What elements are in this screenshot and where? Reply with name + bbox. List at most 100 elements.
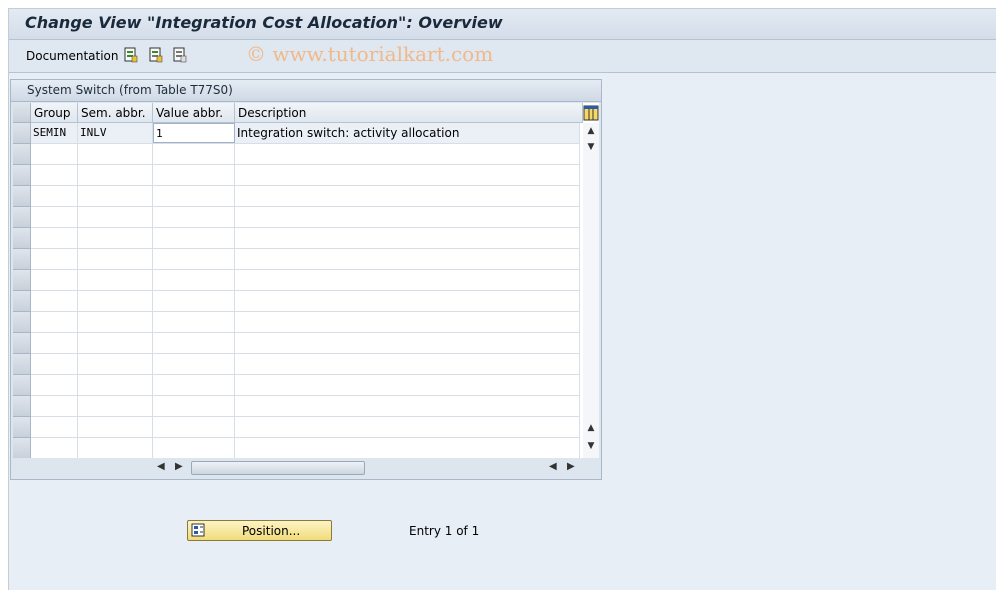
row-selector[interactable]	[13, 144, 31, 165]
deselect-all-icon[interactable]	[173, 47, 187, 63]
row-selector[interactable]	[13, 228, 31, 249]
row-selector[interactable]	[13, 438, 31, 459]
table-row	[31, 228, 580, 249]
cell-value-abbr	[153, 354, 235, 374]
row-selector[interactable]	[13, 270, 31, 291]
scroll-down-icon[interactable]: ▼	[586, 441, 596, 451]
scroll-left-end-icon[interactable]: ◀	[549, 461, 557, 472]
cell-description	[235, 312, 580, 332]
row-selector[interactable]	[13, 291, 31, 312]
cell-group	[31, 207, 78, 227]
cell-value-abbr[interactable]: 1	[153, 123, 235, 143]
table-row	[31, 291, 580, 312]
table-row	[31, 249, 580, 270]
row-selector[interactable]	[13, 312, 31, 333]
documentation-button[interactable]: Documentation	[26, 49, 119, 63]
cell-value-abbr	[153, 144, 235, 164]
scroll-right-end-icon[interactable]: ▶	[567, 461, 575, 472]
scroll-page-down-icon[interactable]: ▼	[586, 142, 596, 152]
select-all-rows-button[interactable]	[13, 103, 31, 123]
table-row	[31, 270, 580, 291]
position-button-label: Position...	[242, 524, 301, 538]
select-block-icon[interactable]	[149, 47, 163, 63]
table-row	[31, 333, 580, 354]
cell-sem-abbr	[78, 165, 153, 185]
cell-group	[31, 228, 78, 248]
cell-value-abbr	[153, 417, 235, 437]
scroll-up-icon[interactable]: ▲	[586, 126, 596, 136]
table-row	[31, 144, 580, 165]
cell-sem-abbr	[78, 207, 153, 227]
cell-sem-abbr	[78, 438, 153, 458]
cell-sem-abbr	[78, 375, 153, 395]
page-title: Change View "Integration Cost Allocation…	[25, 13, 503, 32]
cell-sem-abbr	[78, 186, 153, 206]
cell-value-abbr	[153, 438, 235, 458]
column-header-sem-abbr[interactable]: Sem. abbr.	[78, 103, 153, 123]
row-selector[interactable]	[13, 333, 31, 354]
table-row	[31, 312, 580, 333]
application-toolbar: Documentation © www.tutorialkart.com	[9, 40, 996, 73]
table-row	[31, 375, 580, 396]
horizontal-scroll-thumb[interactable]	[191, 461, 365, 475]
row-selector[interactable]	[13, 207, 31, 228]
cell-group	[31, 438, 78, 458]
cell-description	[235, 333, 580, 353]
watermark-text: © www.tutorialkart.com	[246, 42, 494, 66]
row-selector[interactable]	[13, 396, 31, 417]
cell-value-abbr	[153, 375, 235, 395]
cell-value-abbr	[153, 312, 235, 332]
table-settings-icon[interactable]	[583, 104, 599, 122]
cell-description	[235, 228, 580, 248]
system-switch-table-panel: System Switch (from Table T77S0) Group S…	[10, 79, 602, 480]
table-row	[31, 438, 580, 459]
column-header-group[interactable]: Group	[31, 103, 78, 123]
title-bar: Change View "Integration Cost Allocation…	[9, 9, 996, 40]
scroll-page-up-icon[interactable]: ▲	[586, 423, 596, 433]
row-selector[interactable]	[13, 375, 31, 396]
scroll-right-icon[interactable]: ▶	[175, 461, 183, 472]
cell-sem-abbr	[78, 291, 153, 311]
cell-group	[31, 291, 78, 311]
table-row	[31, 186, 580, 207]
cell-group	[31, 312, 78, 332]
cell-group	[31, 333, 78, 353]
cell-sem-abbr	[78, 354, 153, 374]
select-all-icon[interactable]	[124, 47, 138, 63]
column-header-description[interactable]: Description	[235, 103, 583, 123]
cell-value-abbr	[153, 291, 235, 311]
cell-value-abbr	[153, 207, 235, 227]
cell-description: Integration switch: activity allocation	[235, 123, 580, 143]
scroll-left-icon[interactable]: ◀	[157, 461, 165, 472]
cell-value-abbr	[153, 333, 235, 353]
cell-group	[31, 354, 78, 374]
cell-group: SEMIN	[31, 123, 78, 143]
cell-value-abbr	[153, 249, 235, 269]
table-row	[31, 417, 580, 438]
position-button[interactable]: Position...	[187, 520, 332, 541]
table-row: SEMIN INLV 1 Integration switch: activity a…	[31, 123, 580, 144]
row-selector[interactable]	[13, 354, 31, 375]
row-selector[interactable]	[13, 123, 31, 144]
cell-description	[235, 417, 580, 437]
cell-group	[31, 249, 78, 269]
cell-sem-abbr	[78, 396, 153, 416]
column-header-value-abbr[interactable]: Value abbr.	[153, 103, 235, 123]
sap-window: Change View "Integration Cost Allocation…	[8, 8, 996, 590]
cell-description	[235, 165, 580, 185]
cell-sem-abbr	[78, 333, 153, 353]
cell-group	[31, 375, 78, 395]
vertical-scrollbar[interactable]: ▲ ▼ ▲ ▼	[583, 123, 599, 458]
table-row	[31, 165, 580, 186]
cell-sem-abbr	[78, 249, 153, 269]
cell-value-abbr	[153, 165, 235, 185]
row-selector[interactable]	[13, 186, 31, 207]
row-selector[interactable]	[13, 417, 31, 438]
cell-description	[235, 207, 580, 227]
cell-group	[31, 186, 78, 206]
row-selector[interactable]	[13, 165, 31, 186]
table-control: Group Sem. abbr. Value abbr. Description…	[13, 103, 599, 459]
cell-description	[235, 438, 580, 458]
row-selector[interactable]	[13, 249, 31, 270]
horizontal-scrollbar[interactable]: ◀ ▶ ◀ ▶	[11, 458, 597, 476]
